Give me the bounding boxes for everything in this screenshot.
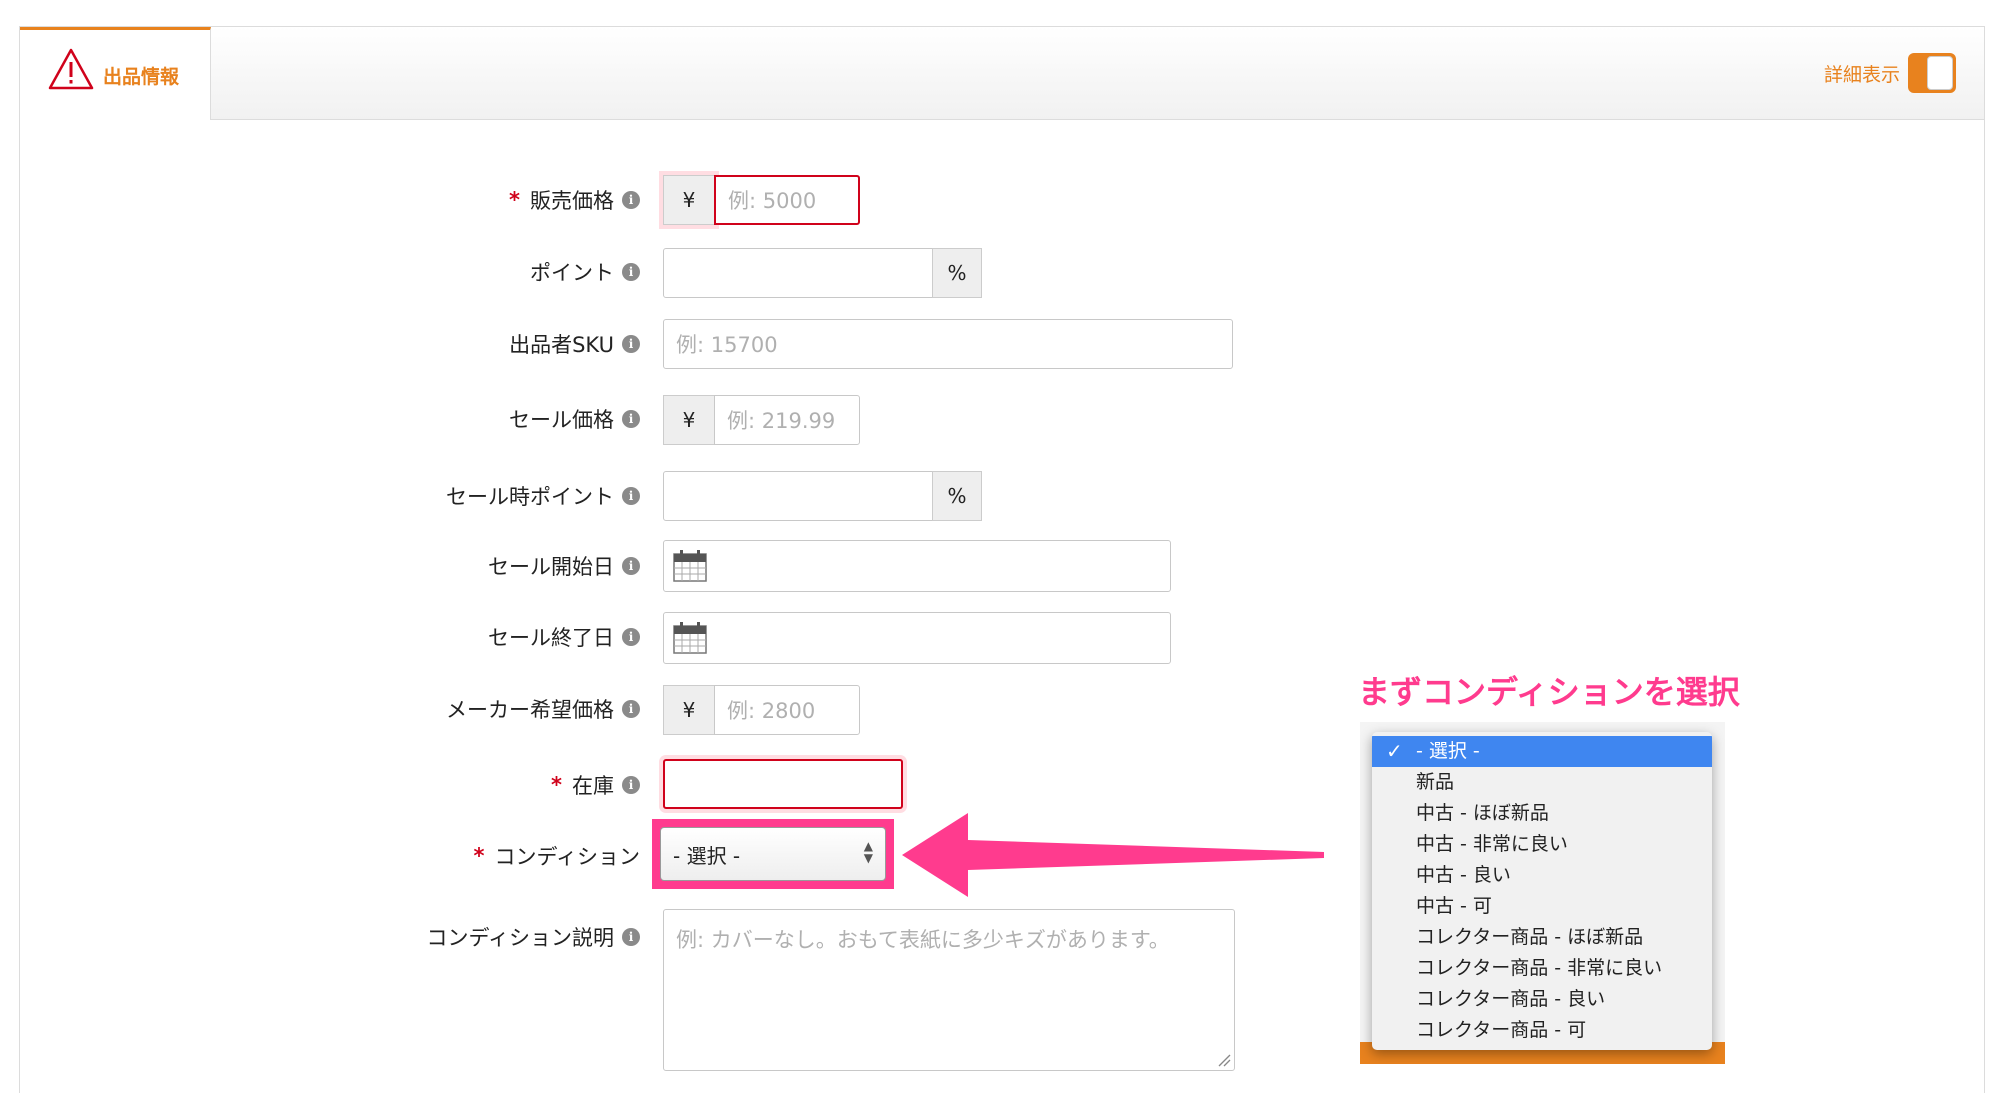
stock-label-text: 在庫 [572,774,614,798]
sale-end-date-input[interactable] [663,612,1171,664]
calendar-icon[interactable] [673,550,707,582]
dropdown-option-label: 中古 - 良い [1416,864,1511,886]
dropdown-option-label: コレクター商品 - 良い [1416,988,1606,1010]
sale-points-label-text: セール時ポイント [446,485,614,509]
condition-note-textarea[interactable]: 例: カバーなし。おもて表紙に多少キズがあります。 [663,909,1235,1071]
percent-addon: % [932,471,982,521]
dropdown-option-label: 中古 - ほぼ新品 [1416,802,1549,824]
price-label: * 販売価格 i [509,185,640,215]
price-label-text: 販売価格 [530,189,614,213]
dropdown-option[interactable]: 中古 - 可 [1372,891,1712,922]
info-icon[interactable]: i [622,928,640,946]
points-input[interactable] [663,248,933,298]
msrp-input[interactable]: 例: 2800 [714,685,860,735]
sale-points-input[interactable] [663,471,933,521]
dropdown-option-label: コレクター商品 - 可 [1416,1019,1587,1041]
info-icon[interactable]: i [622,700,640,718]
price-input[interactable]: 例: 5000 [714,175,860,225]
dropdown-option-label: - 選択 - [1416,740,1480,762]
dropdown-option[interactable]: ✓ - 選択 - [1372,736,1712,767]
info-icon[interactable]: i [622,410,640,428]
dropdown-option-label: 中古 - 可 [1416,895,1492,917]
dropdown-option-label: コレクター商品 - 非常に良い [1416,957,1663,979]
sku-label: 出品者SKU i [509,329,640,359]
currency-addon: ¥ [663,395,715,445]
dropdown-option-label: コレクター商品 - ほぼ新品 [1416,926,1644,948]
dropdown-option-label: 新品 [1416,771,1455,793]
sale-price-input[interactable]: 例: 219.99 [714,395,860,445]
stock-label: * 在庫 i [551,770,640,800]
tab-listing-info[interactable]: 出品情報 [20,27,211,120]
condition-dropdown-list[interactable]: ✓ - 選択 - 新品中古 - ほぼ新品 中古 - 非常に良い 中古 - 良い 中古 - … [1372,732,1712,1050]
condition-select-value: - 選択 - [673,843,741,868]
sku-input[interactable]: 例: 15700 [663,319,1233,369]
condition-label: * コンディション [473,841,640,871]
info-icon[interactable]: i [622,628,640,646]
tab-bar: 出品情報 詳細表示 [20,27,1984,120]
tab-label: 出品情報 [103,66,180,88]
annotation-arrow [902,813,1324,897]
info-icon[interactable]: i [622,557,640,575]
required-mark: * [473,844,485,868]
detail-toggle[interactable] [1908,53,1956,93]
points-label: ポイント i [530,257,640,287]
sale-price-label: セール価格 i [509,404,640,434]
annotation-text: まずコンディションを選択 [1358,673,1740,711]
warning-icon [48,48,94,90]
sale-end-label: セール終了日 i [488,622,640,652]
info-icon[interactable]: i [622,487,640,505]
stock-input[interactable] [663,759,903,809]
condition-label-text: コンディション [494,845,640,869]
calendar-icon[interactable] [673,622,707,654]
sale-start-label: セール開始日 i [488,551,640,581]
detail-toggle-label: 詳細表示 [1823,64,1900,86]
dropdown-option-label: 中古 - 非常に良い [1416,833,1568,855]
points-label-text: ポイント [530,261,614,285]
required-mark: * [509,188,520,212]
sale-price-label-text: セール価格 [509,408,614,432]
check-icon: ✓ [1386,739,1403,763]
sale-start-date-input[interactable] [663,540,1171,592]
dropdown-option[interactable]: コレクター商品 - ほぼ新品 [1372,922,1712,953]
dropdown-option[interactable]: 中古 - 良い [1372,860,1712,891]
dropdown-option[interactable]: 中古 - 非常に良い [1372,829,1712,860]
dropdown-option[interactable]: コレクター商品 - 良い [1372,984,1712,1015]
dropdown-option[interactable]: コレクター商品 - 非常に良い [1372,953,1712,984]
sale-points-label: セール時ポイント i [446,481,640,511]
dropdown-option[interactable]: 中古 - ほぼ新品 [1372,798,1712,829]
currency-addon: ¥ [663,685,715,735]
sale-start-label-text: セール開始日 [488,555,614,579]
currency-addon: ¥ [663,175,715,225]
condition-note-label-text: コンディション説明 [426,926,614,950]
required-mark: * [551,773,562,797]
resize-grip-icon[interactable] [1217,1053,1231,1067]
select-arrows-icon: ▲ ▼ [863,839,873,865]
toggle-knob[interactable] [1927,56,1953,90]
info-icon[interactable]: i [622,776,640,794]
info-icon[interactable]: i [622,263,640,281]
sale-end-label-text: セール終了日 [488,626,614,650]
condition-note-placeholder: 例: カバーなし。おもて表紙に多少キズがあります。 [676,928,1170,952]
dropdown-option[interactable]: 新品 [1372,767,1712,798]
msrp-label: メーカー希望価格 i [446,694,640,724]
condition-select[interactable]: - 選択 - ▲ ▼ [660,827,886,881]
condition-note-label: コンディション説明 i [426,922,640,952]
condition-highlight-box: - 選択 - ▲ ▼ [652,819,894,889]
dropdown-illustration: ✓ - 選択 - 新品中古 - ほぼ新品 中古 - 非常に良い 中古 - 良い 中古 - … [1360,722,1725,1064]
msrp-label-text: メーカー希望価格 [446,698,614,722]
dropdown-option[interactable]: コレクター商品 - 可 [1372,1015,1712,1046]
info-icon[interactable]: i [622,335,640,353]
percent-addon: % [932,248,982,298]
info-icon[interactable]: i [622,191,640,209]
sku-label-text: 出品者SKU [509,333,614,357]
